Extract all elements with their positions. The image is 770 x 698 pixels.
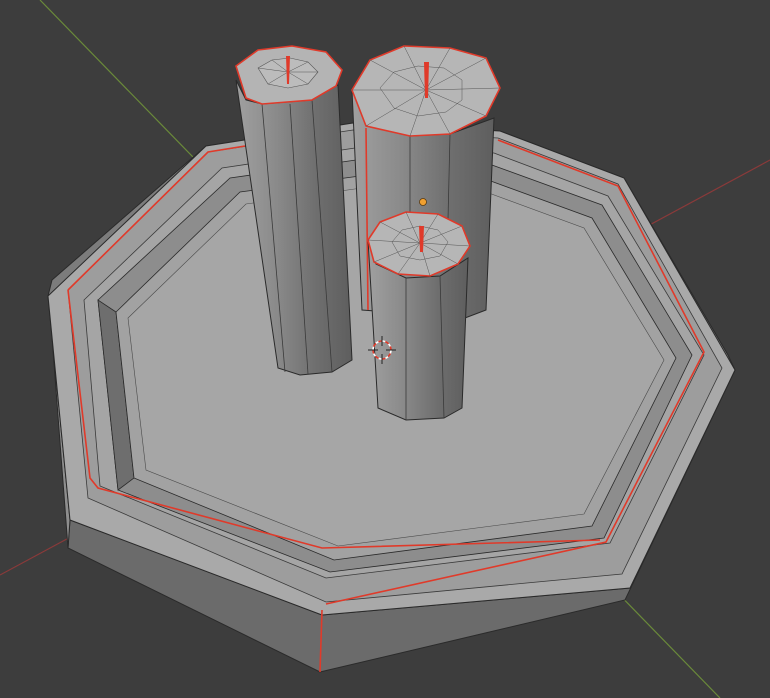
candle-front-short[interactable] <box>367 211 471 421</box>
scene-canvas[interactable] <box>0 0 770 698</box>
3d-viewport[interactable] <box>0 0 770 698</box>
origin-dot-icon[interactable] <box>419 198 427 206</box>
